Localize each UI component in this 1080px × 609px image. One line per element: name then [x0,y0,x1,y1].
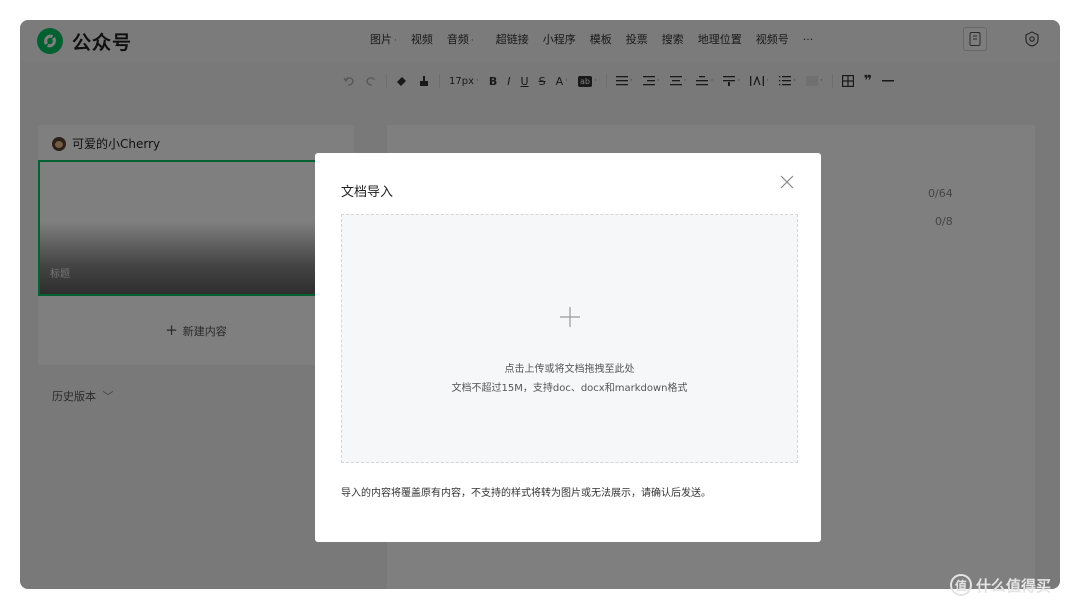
import-warning-note: 导入的内容将覆盖原有内容，不支持的样式将转为图片或无法展示，请确认后发送。 [341,488,711,499]
watermark: 值 什么值得买 [950,574,1051,596]
plus-icon [560,307,580,327]
upload-dropzone[interactable]: 点击上传或将文档拖拽至此处 文档不超过15M，支持doc、docx和markdo… [341,214,798,463]
dropzone-instruction: 点击上传或将文档拖拽至此处 [504,364,635,375]
close-icon [780,175,794,189]
watermark-text: 什么值得买 [976,576,1052,595]
watermark-logo-icon: 值 [950,574,972,596]
dropzone-format-hint: 文档不超过15M，支持doc、docx和markdown格式 [451,383,688,394]
dialog-title: 文档导入 [341,185,394,200]
close-button[interactable] [778,173,796,191]
document-import-dialog: 文档导入 点击上传或将文档拖拽至此处 文档不超过15M，支持doc、docx和m… [315,153,821,542]
